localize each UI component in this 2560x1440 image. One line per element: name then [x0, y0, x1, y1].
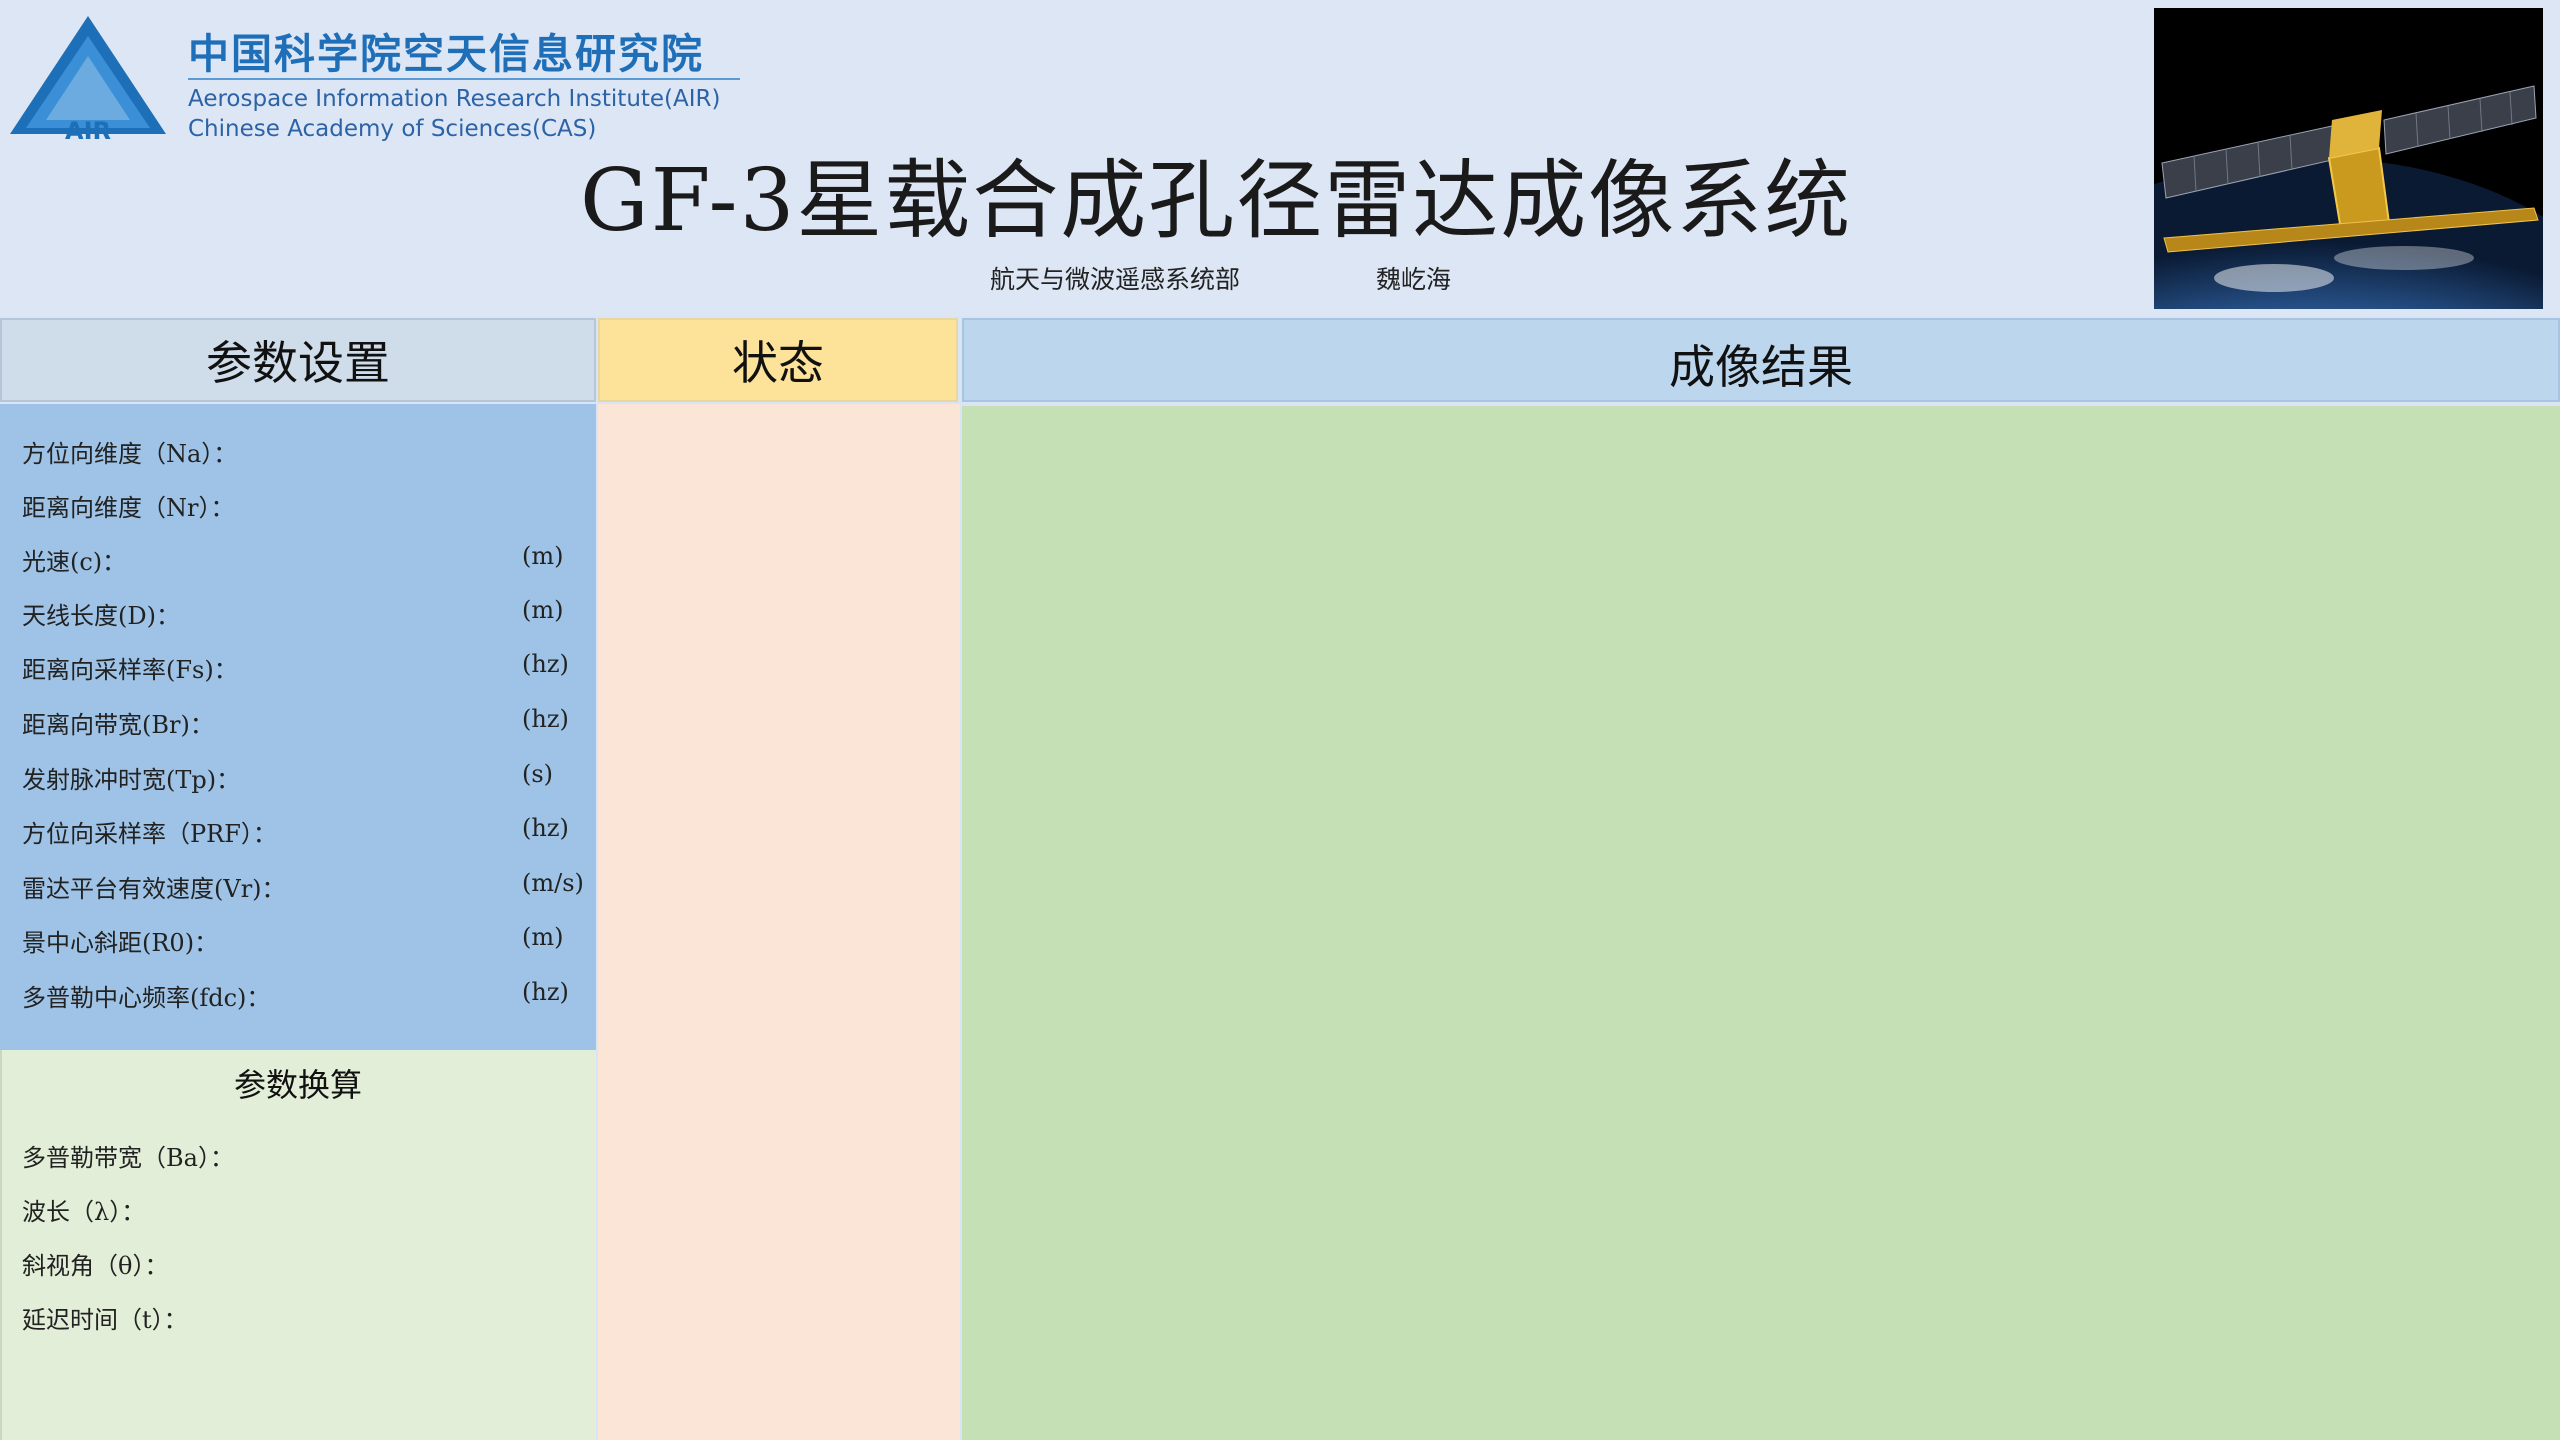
- status-header: 状态: [598, 318, 958, 402]
- param-unit-tp: (s): [522, 760, 554, 788]
- param-label-na: 方位向维度（Na）：: [22, 440, 238, 468]
- conversion-label-ba: 多普勒带宽（Ba）：: [22, 1144, 234, 1172]
- imaging-result-panel: [962, 406, 2560, 1440]
- param-unit-br: (hz): [522, 705, 569, 733]
- org-divider: [188, 78, 740, 80]
- header: AIR 中国科学院空天信息研究院 Aerospace Information R…: [0, 0, 2560, 316]
- conversion-panel: [0, 1050, 596, 1440]
- param-label-fdc: 多普勒中心频率(fdc)：: [22, 984, 271, 1012]
- param-unit-vr: (m/s): [522, 869, 584, 897]
- conversion-label-lambda: 波长（λ）：: [22, 1198, 146, 1226]
- param-label-fs: 距离向采样率(Fs)：: [22, 656, 238, 684]
- author-label: 魏屹海: [1376, 265, 1452, 294]
- conversion-title: 参数换算: [233, 1066, 362, 1104]
- param-label-vr: 雷达平台有效速度(Vr)：: [22, 875, 286, 903]
- param-unit-d: (m): [522, 596, 564, 624]
- org-name-en-1: Aerospace Information Research Institute…: [188, 86, 721, 112]
- satellite-image: [2154, 8, 2543, 309]
- params-header: 参数设置: [0, 318, 596, 402]
- param-unit-c: (m): [522, 542, 564, 570]
- param-label-c: 光速(c)：: [22, 548, 127, 576]
- air-logo: AIR: [10, 16, 166, 144]
- status-panel: [598, 404, 960, 1440]
- param-unit-r0: (m): [522, 923, 564, 951]
- department-label: 航天与微波遥感系统部: [990, 265, 1241, 294]
- param-label-prf: 方位向采样率（PRF）：: [22, 820, 277, 848]
- param-label-nr: 距离向维度（Nr）：: [22, 494, 235, 522]
- org-name-en-2: Chinese Academy of Sciences(CAS): [188, 116, 597, 142]
- param-label-tp: 发射脉冲时宽(Tp)：: [22, 766, 241, 794]
- param-unit-fdc: (hz): [522, 978, 569, 1006]
- param-label-r0: 景中心斜距(R0)：: [22, 929, 219, 957]
- org-name-cn: 中国科学院空天信息研究院: [188, 30, 704, 78]
- param-label-br: 距离向带宽(Br)：: [22, 711, 214, 739]
- param-unit-prf: (hz): [522, 814, 569, 842]
- param-label-d: 天线长度(D)：: [22, 602, 180, 630]
- param-unit-fs: (hz): [522, 650, 569, 678]
- conversion-label-t: 延迟时间（t）：: [22, 1306, 188, 1334]
- page-title: GF-3星载合成孔径雷达成像系统: [580, 151, 1853, 251]
- conversion-label-theta: 斜视角（θ）：: [22, 1252, 169, 1280]
- logo-text: AIR: [65, 117, 111, 144]
- result-header: 成像结果: [962, 318, 2560, 402]
